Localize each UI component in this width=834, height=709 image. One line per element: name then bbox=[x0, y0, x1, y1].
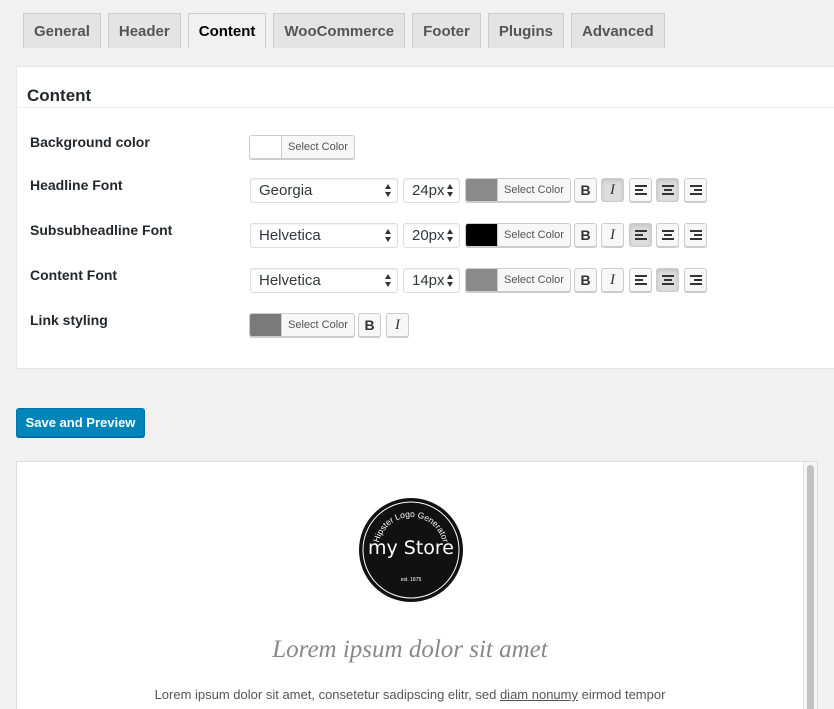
content-italic-button[interactable]: I bbox=[601, 268, 624, 292]
select-arrows-icon bbox=[447, 229, 454, 242]
headline-align-center-button[interactable] bbox=[656, 178, 679, 202]
align-center-icon bbox=[661, 185, 674, 195]
headline-align-right-button[interactable] bbox=[684, 178, 707, 202]
italic-icon: I bbox=[395, 316, 400, 333]
subsubheadline-font-value: Helvetica bbox=[259, 227, 321, 244]
headline-font-value: Georgia bbox=[259, 182, 313, 199]
preview-scrollbar[interactable] bbox=[803, 462, 817, 709]
background-color-swatch bbox=[250, 136, 282, 158]
content-align-right-button[interactable] bbox=[684, 268, 707, 292]
align-left-icon bbox=[634, 275, 647, 285]
align-right-icon bbox=[689, 275, 702, 285]
store-logo: Hipster Logo Generator my Store est. 187… bbox=[358, 497, 464, 603]
subsubheadline-bold-button[interactable]: B bbox=[574, 223, 597, 247]
subsubheadline-align-right-button[interactable] bbox=[684, 223, 707, 247]
select-color-label: Select Color bbox=[288, 319, 348, 331]
content-settings-panel: Content Background color Select Color He… bbox=[16, 66, 834, 369]
tab-general[interactable]: General bbox=[23, 13, 101, 48]
link-bold-button[interactable]: B bbox=[358, 313, 381, 337]
content-size-value: 14px bbox=[412, 272, 445, 289]
subsubheadline-size-select[interactable]: 20px bbox=[403, 223, 460, 248]
headline-color-picker[interactable]: Select Color bbox=[465, 178, 571, 202]
subsubheadline-size-value: 20px bbox=[412, 227, 445, 244]
select-arrows-icon bbox=[447, 274, 454, 287]
link-color-swatch bbox=[250, 314, 282, 336]
preview-headline: Lorem ipsum dolor sit amet bbox=[272, 636, 548, 663]
headline-italic-button[interactable]: I bbox=[601, 178, 624, 202]
bold-icon: B bbox=[580, 227, 591, 243]
content-align-left-button[interactable] bbox=[629, 268, 652, 292]
select-arrows-icon bbox=[385, 274, 392, 287]
background-color-picker[interactable]: Select Color bbox=[249, 135, 355, 159]
bold-icon: B bbox=[580, 182, 591, 198]
content-bold-button[interactable]: B bbox=[574, 268, 597, 292]
select-color-label: Select Color bbox=[288, 141, 348, 153]
select-color-label: Select Color bbox=[504, 229, 564, 241]
bold-icon: B bbox=[580, 272, 591, 288]
logo-store-name: my Store bbox=[367, 537, 454, 559]
content-font-value: Helvetica bbox=[259, 272, 321, 289]
tab-plugins[interactable]: Plugins bbox=[487, 13, 564, 48]
headline-size-value: 24px bbox=[412, 182, 445, 199]
save-and-preview-button[interactable]: Save and Preview bbox=[16, 408, 145, 437]
content-size-select[interactable]: 14px bbox=[403, 268, 460, 293]
tab-header[interactable]: Header bbox=[107, 13, 181, 48]
headline-font-select[interactable]: Georgia bbox=[250, 178, 398, 203]
headline-color-swatch bbox=[466, 179, 498, 201]
subsubheadline-font-label: Subsubheadline Font bbox=[30, 222, 173, 238]
content-font-select[interactable]: Helvetica bbox=[250, 268, 398, 293]
select-color-label: Select Color bbox=[504, 184, 564, 196]
subsubheadline-align-center-button[interactable] bbox=[656, 223, 679, 247]
link-styling-label: Link styling bbox=[30, 312, 108, 328]
align-right-icon bbox=[689, 185, 702, 195]
content-color-swatch bbox=[466, 269, 498, 291]
email-preview: Hipster Logo Generator my Store est. 187… bbox=[16, 461, 818, 709]
scrollbar-thumb[interactable] bbox=[807, 465, 814, 709]
preview-body-text: Lorem ipsum dolor sit amet, consetetur s… bbox=[17, 687, 803, 702]
bold-icon: B bbox=[364, 317, 375, 333]
content-color-picker[interactable]: Select Color bbox=[465, 268, 571, 292]
align-left-icon bbox=[634, 185, 647, 195]
divider bbox=[17, 107, 834, 108]
headline-bold-button[interactable]: B bbox=[574, 178, 597, 202]
tab-footer[interactable]: Footer bbox=[412, 13, 481, 48]
subsubheadline-italic-button[interactable]: I bbox=[601, 223, 624, 247]
preview-text-end: eirmod tempor bbox=[578, 687, 666, 702]
subsubheadline-align-left-button[interactable] bbox=[629, 223, 652, 247]
headline-size-select[interactable]: 24px bbox=[403, 178, 460, 203]
subsubheadline-color-swatch bbox=[466, 224, 498, 246]
link-italic-button[interactable]: I bbox=[386, 313, 409, 337]
preview-text-start: Lorem ipsum dolor sit amet, consetetur s… bbox=[154, 687, 500, 702]
tab-woocommerce[interactable]: WooCommerce bbox=[273, 13, 406, 48]
subsubheadline-color-picker[interactable]: Select Color bbox=[465, 223, 571, 247]
subsubheadline-font-select[interactable]: Helvetica bbox=[250, 223, 398, 248]
content-font-label: Content Font bbox=[30, 267, 118, 283]
italic-icon: I bbox=[610, 181, 615, 198]
tab-advanced[interactable]: Advanced bbox=[570, 13, 665, 48]
background-color-label: Background color bbox=[30, 134, 150, 150]
select-arrows-icon bbox=[385, 184, 392, 197]
select-color-label: Select Color bbox=[504, 274, 564, 286]
panel-title: Content bbox=[27, 86, 92, 105]
italic-icon: I bbox=[610, 271, 615, 288]
link-color-picker[interactable]: Select Color bbox=[249, 313, 355, 337]
select-arrows-icon bbox=[385, 229, 392, 242]
headline-font-label: Headline Font bbox=[30, 177, 123, 193]
italic-icon: I bbox=[610, 226, 615, 243]
align-center-icon bbox=[661, 275, 674, 285]
align-right-icon bbox=[689, 230, 702, 240]
content-align-center-button[interactable] bbox=[656, 268, 679, 292]
select-arrows-icon bbox=[447, 184, 454, 197]
preview-link[interactable]: diam nonumy bbox=[500, 687, 578, 702]
align-center-icon bbox=[661, 230, 674, 240]
tab-content[interactable]: Content bbox=[187, 13, 267, 48]
align-left-icon bbox=[634, 230, 647, 240]
settings-tabs: General Header Content WooCommerce Foote… bbox=[23, 13, 672, 48]
logo-est-text: est. 1875 bbox=[400, 577, 422, 583]
headline-align-left-button[interactable] bbox=[629, 178, 652, 202]
